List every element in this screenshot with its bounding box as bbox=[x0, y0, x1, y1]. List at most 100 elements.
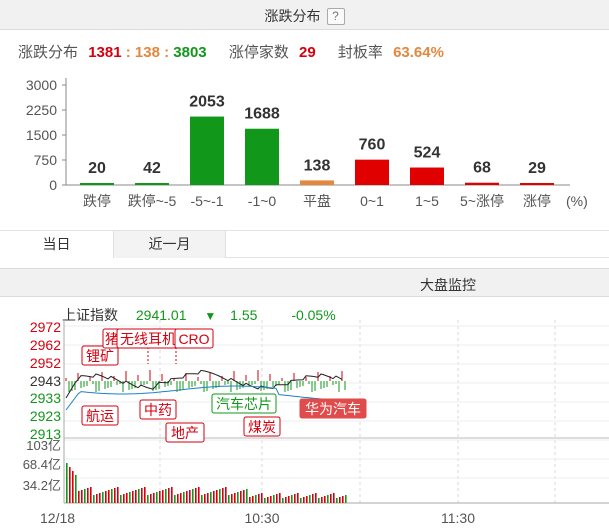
volume-bar bbox=[243, 490, 245, 503]
up-count: 1381 bbox=[88, 44, 122, 61]
help-icon[interactable]: ? bbox=[326, 8, 345, 25]
bar-6[interactable] bbox=[410, 167, 444, 185]
bar-value-label: 760 bbox=[359, 137, 386, 154]
volume-bar bbox=[315, 493, 317, 503]
sector-tag[interactable]: 华为汽车 bbox=[305, 401, 361, 417]
volume-tick-label: 68.4亿 bbox=[23, 457, 61, 472]
volume-bar bbox=[78, 491, 80, 503]
volume-bar bbox=[204, 494, 206, 503]
limit-count: 29 bbox=[299, 44, 316, 61]
sector-tag[interactable]: 中药 bbox=[144, 402, 172, 418]
panel-title-text: 涨跌分布 bbox=[264, 8, 321, 24]
volume-bar bbox=[126, 493, 128, 503]
time-tick-label: 12/18 bbox=[40, 510, 75, 526]
sector-tag[interactable]: CRO bbox=[178, 331, 209, 347]
volume-bar bbox=[102, 492, 104, 503]
time-tick-label: 10:30 bbox=[244, 510, 279, 526]
volume-bar bbox=[333, 493, 335, 503]
seal-rate: 63.64% bbox=[393, 44, 444, 61]
volume-bar bbox=[267, 497, 269, 503]
sector-tag[interactable]: 无线耳机 bbox=[120, 331, 176, 347]
volume-bar bbox=[249, 497, 251, 503]
sector-tag[interactable]: 航运 bbox=[86, 408, 114, 424]
volume-bar bbox=[327, 495, 329, 503]
sector-tag[interactable]: 汽车芯片 bbox=[216, 396, 272, 412]
tab-last-month[interactable]: 近一月 bbox=[113, 231, 226, 258]
bar-value-label: 29 bbox=[528, 160, 546, 177]
category-label: -5~-1 bbox=[190, 193, 223, 209]
bar-5[interactable] bbox=[355, 159, 389, 185]
volume-bar bbox=[84, 489, 86, 503]
unit-label: (%) bbox=[566, 193, 588, 209]
category-label: 1~5 bbox=[415, 193, 439, 209]
bar-value-label: 2053 bbox=[189, 94, 225, 111]
volume-bar bbox=[75, 475, 77, 503]
sector-tag[interactable]: 煤炭 bbox=[248, 419, 276, 435]
bar-1[interactable] bbox=[135, 183, 169, 185]
volume-bar bbox=[297, 493, 299, 503]
sector-tag[interactable]: 地产 bbox=[171, 425, 199, 441]
volume-bar bbox=[342, 496, 344, 503]
volume-bar bbox=[111, 489, 113, 503]
stats-summary: 涨跌分布 1381 : 138 : 3803 涨停家数 29 封板率 63.64… bbox=[18, 41, 444, 62]
volume-bar bbox=[285, 497, 287, 503]
panel-title: 涨跌分布? bbox=[0, 6, 609, 26]
volume-bar bbox=[216, 490, 218, 503]
time-tick-label: 11:30 bbox=[441, 510, 475, 526]
y-tick-label: 750 bbox=[34, 152, 58, 168]
volume-bar bbox=[303, 497, 305, 503]
volume-bar bbox=[321, 497, 323, 503]
panel-gap bbox=[0, 258, 609, 268]
volume-bar bbox=[309, 495, 311, 503]
bar-value-label: 42 bbox=[143, 160, 161, 177]
volume-bar bbox=[255, 495, 257, 503]
volume-bar bbox=[147, 495, 149, 503]
bar-0[interactable] bbox=[80, 183, 114, 185]
volume-bar bbox=[90, 487, 92, 503]
bar-2[interactable] bbox=[190, 116, 224, 185]
volume-bar bbox=[162, 490, 164, 503]
volume-bar bbox=[168, 488, 170, 503]
volume-bar bbox=[252, 496, 254, 503]
volume-bar bbox=[72, 471, 74, 503]
price-tick-label: 2943 bbox=[30, 373, 61, 389]
bar-4[interactable] bbox=[300, 180, 334, 185]
volume-bar bbox=[273, 495, 275, 503]
tab-bar: 当日 近一月 bbox=[0, 230, 609, 258]
volume-bar bbox=[177, 494, 179, 503]
volume-bar bbox=[318, 498, 320, 503]
limit-label: 涨停家数 bbox=[228, 44, 289, 61]
bar-value-label: 524 bbox=[414, 145, 441, 162]
seal-label: 封板率 bbox=[337, 44, 383, 61]
volume-bar bbox=[240, 491, 242, 503]
bar-7[interactable] bbox=[465, 182, 499, 185]
y-tick-label: 0 bbox=[49, 177, 57, 193]
category-label: 跌停~-5 bbox=[128, 193, 177, 209]
volume-bar bbox=[219, 489, 221, 503]
volume-bar bbox=[129, 492, 131, 503]
volume-bar bbox=[324, 496, 326, 503]
sector-tag[interactable]: 锂矿 bbox=[86, 348, 114, 364]
tab-today[interactable]: 当日 bbox=[0, 231, 113, 258]
volume-bar bbox=[96, 494, 98, 503]
volume-tick-label: 34.2亿 bbox=[23, 478, 61, 493]
volume-bar bbox=[339, 497, 341, 503]
volume-bar bbox=[258, 494, 260, 503]
volume-bar bbox=[81, 490, 83, 503]
bar-8[interactable] bbox=[520, 183, 554, 185]
volume-bar bbox=[138, 489, 140, 503]
y-tick-label: 3000 bbox=[26, 77, 57, 93]
volume-bar bbox=[294, 494, 296, 503]
volume-bar bbox=[234, 493, 236, 503]
volume-bar bbox=[330, 494, 332, 503]
volume-bar bbox=[261, 493, 263, 503]
volume-bar bbox=[159, 491, 161, 503]
bar-3[interactable] bbox=[245, 128, 279, 185]
bar-value-label: 138 bbox=[304, 157, 331, 174]
market-monitor-header: 大盘监控 bbox=[0, 268, 609, 297]
bar-value-label: 1688 bbox=[244, 106, 280, 123]
intraday-chart[interactable]: 2972296229522943293329232913103亿68.4亿34.… bbox=[0, 318, 609, 529]
volume-bar bbox=[291, 495, 293, 503]
volume-bar bbox=[108, 490, 110, 503]
market-monitor-title: 大盘监控 bbox=[420, 277, 476, 293]
